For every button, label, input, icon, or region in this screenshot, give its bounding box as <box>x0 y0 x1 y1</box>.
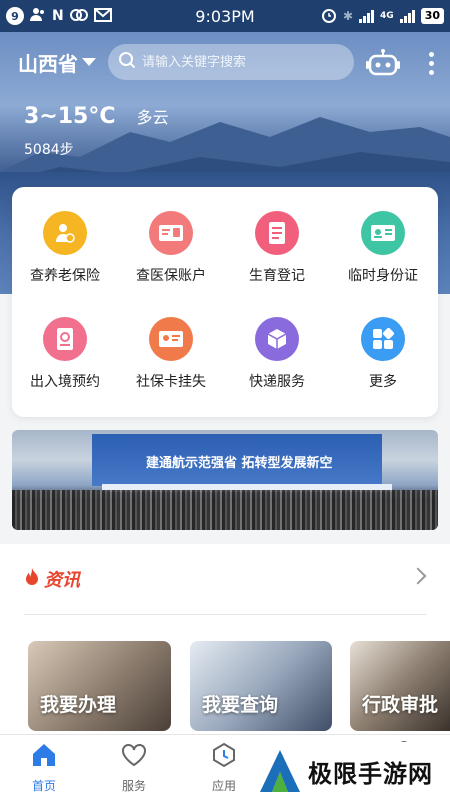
contacts-icon <box>30 7 46 25</box>
home-icon <box>33 744 55 766</box>
battery-icon: 30 <box>420 8 444 24</box>
service-temp-id[interactable]: 临时身份证 <box>330 211 436 285</box>
service-label: 出入境预约 <box>30 374 100 390</box>
chevron-right-icon[interactable] <box>409 567 427 585</box>
tile-label: 我要办理 <box>40 694 117 716</box>
service-express[interactable]: 快递服务 <box>224 317 330 391</box>
service-birth-registration[interactable]: 生育登记 <box>224 211 330 285</box>
search-input[interactable] <box>142 54 342 70</box>
service-label: 查养老保险 <box>30 268 100 284</box>
banner-headline: 建通航示范强省 拓转型发展新空 <box>146 456 333 471</box>
promo-banner[interactable]: 建通航示范强省 拓转型发展新空 <box>12 430 438 530</box>
banner-crowd <box>12 490 438 530</box>
service-label: 查医保账户 <box>136 268 206 284</box>
service-label: 临时身份证 <box>348 268 418 284</box>
alarm-icon <box>321 7 337 26</box>
pension-icon <box>43 211 87 255</box>
social-card-icon <box>149 317 193 361</box>
clock-time: 9:03PM <box>195 6 255 26</box>
service-label: 快递服务 <box>249 374 305 390</box>
tile-handle[interactable]: 我要办理 <box>28 641 171 731</box>
document-icon <box>255 211 299 255</box>
robot-assistant-icon[interactable] <box>366 48 400 82</box>
service-medical-account[interactable]: 查医保账户 <box>118 211 224 285</box>
package-icon <box>255 317 299 361</box>
province-selector[interactable]: 山西省 <box>18 48 96 77</box>
service-exit-entry[interactable]: 出入境预约 <box>12 317 118 391</box>
step-count: 5084步 <box>24 142 74 158</box>
news-header[interactable]: 资讯 <box>24 566 80 592</box>
weather-condition: 多云 <box>136 108 169 127</box>
passport-icon <box>43 317 87 361</box>
more-menu-icon[interactable] <box>429 52 434 75</box>
service-label: 更多 <box>369 374 397 390</box>
status-bar: 9 N 9:03PM ✱ 4G 30 <box>0 0 450 32</box>
nav-label: 首页 <box>31 779 56 793</box>
notification-badge: 9 <box>6 7 24 25</box>
news-section: 资讯 我要办理 我要查询 行政审批 <box>0 544 450 734</box>
signal-icon-2 <box>399 9 415 23</box>
tile-query[interactable]: 我要查询 <box>190 641 332 731</box>
more-grid-icon <box>361 317 405 361</box>
service-more[interactable]: 更多 <box>330 317 436 391</box>
app-letter-icon: N <box>52 8 64 24</box>
divider <box>24 614 426 615</box>
nav-label: 服务 <box>121 779 146 793</box>
dropdown-arrow-icon <box>82 58 96 66</box>
search-bar[interactable] <box>108 44 354 80</box>
nav-app[interactable]: 应用 <box>194 741 254 794</box>
temperature: 3~15°C <box>24 104 116 129</box>
news-title: 资讯 <box>44 570 80 591</box>
search-icon <box>118 51 136 73</box>
signal-icon <box>359 9 375 23</box>
medical-card-icon <box>149 211 193 255</box>
weather-widget: 3~15°C 多云 5084步 <box>24 104 169 159</box>
service-pension[interactable]: 查养老保险 <box>12 211 118 285</box>
flame-icon <box>24 567 40 591</box>
heart-icon <box>122 744 146 767</box>
tile-approval[interactable]: 行政审批 <box>350 641 450 731</box>
bluetooth-icon: ✱ <box>342 9 354 23</box>
watermark-text: 极限手游网 <box>308 759 433 788</box>
id-card-icon <box>361 211 405 255</box>
service-card-loss[interactable]: 社保卡挂失 <box>118 317 224 391</box>
link-icon <box>69 7 88 26</box>
top-bar: 山西省 <box>0 42 450 82</box>
province-label: 山西省 <box>18 51 78 76</box>
tile-label: 我要查询 <box>202 694 279 716</box>
nav-service[interactable]: 服务 <box>104 741 164 794</box>
tile-label: 行政审批 <box>362 694 439 716</box>
nav-label: 应用 <box>211 779 236 793</box>
mail-icon <box>93 7 112 26</box>
watermark-logo <box>260 750 300 792</box>
nav-home[interactable]: 首页 <box>14 741 74 794</box>
network-label: 4G <box>380 11 394 21</box>
service-label: 生育登记 <box>249 268 305 284</box>
service-label: 社保卡挂失 <box>136 374 206 390</box>
app-icon <box>213 742 235 768</box>
watermark: 极限手游网 <box>258 742 450 800</box>
service-grid: 查养老保险 查医保账户 生育登记 临时身份证 出入境预约 社保卡挂失 快递服务 … <box>12 187 438 417</box>
